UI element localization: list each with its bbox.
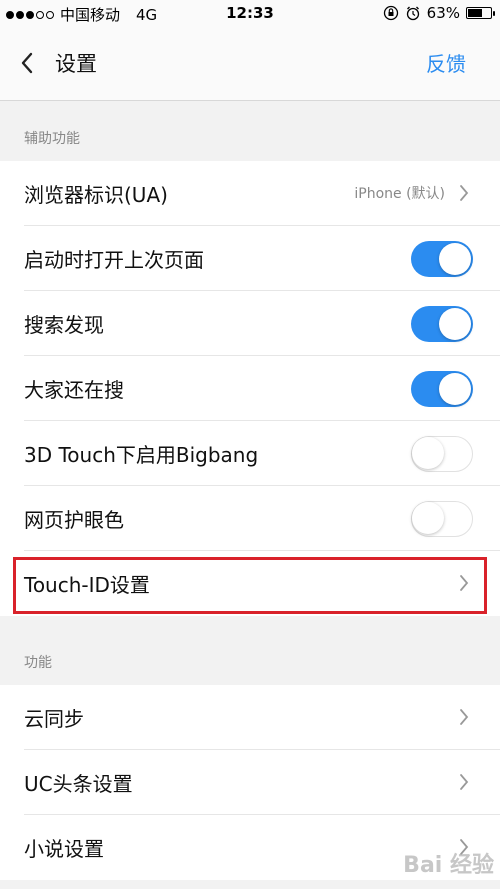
section-header-features: 功能 bbox=[24, 655, 52, 671]
row-search-discovery: 搜索发现 bbox=[0, 291, 500, 356]
row-label: 小说设置 bbox=[24, 837, 104, 861]
row-label: 搜索发现 bbox=[24, 313, 104, 337]
feedback-button[interactable]: 反馈 bbox=[426, 48, 466, 77]
restore-last-page-toggle[interactable] bbox=[411, 241, 473, 277]
chevron-right-icon bbox=[460, 575, 469, 591]
row-label: 浏览器标识(UA) bbox=[24, 183, 168, 207]
back-button[interactable] bbox=[12, 46, 42, 80]
eye-protection-toggle[interactable] bbox=[411, 501, 473, 537]
row-3d-touch-bigbang: 3D Touch下启用Bigbang bbox=[0, 421, 500, 486]
user-agent-value: iPhone (默认) bbox=[354, 186, 445, 202]
alarm-icon bbox=[406, 6, 419, 21]
row-label: 启动时打开上次页面 bbox=[24, 248, 204, 272]
row-label: 大家还在搜 bbox=[24, 378, 124, 402]
page-title: 设置 bbox=[55, 52, 97, 76]
3d-touch-bigbang-toggle[interactable] bbox=[411, 436, 473, 472]
row-touch-id-settings[interactable]: Touch-ID设置 bbox=[0, 551, 500, 616]
status-right: 63% bbox=[383, 4, 495, 22]
chevron-right-icon bbox=[460, 709, 469, 725]
others-searching-toggle[interactable] bbox=[411, 371, 473, 407]
row-uc-headlines-settings[interactable]: UC头条设置 bbox=[0, 750, 500, 815]
row-label: 3D Touch下启用Bigbang bbox=[24, 443, 259, 467]
battery-icon bbox=[466, 7, 495, 19]
row-label: UC头条设置 bbox=[24, 772, 133, 796]
row-eye-protection-color: 网页护眼色 bbox=[0, 486, 500, 551]
row-label: 云同步 bbox=[24, 707, 84, 731]
search-discovery-toggle[interactable] bbox=[411, 306, 473, 342]
row-cloud-sync[interactable]: 云同步 bbox=[0, 685, 500, 750]
chevron-right-icon bbox=[460, 774, 469, 790]
row-user-agent[interactable]: 浏览器标识(UA) iPhone (默认) bbox=[0, 161, 500, 226]
status-bar: 中国移动 4G 12:33 63% bbox=[0, 0, 500, 28]
chevron-right-icon bbox=[460, 185, 469, 201]
row-restore-last-page: 启动时打开上次页面 bbox=[0, 226, 500, 291]
orientation-lock-icon bbox=[383, 5, 398, 21]
section-header-accessibility: 辅助功能 bbox=[24, 131, 80, 147]
chevron-left-icon bbox=[21, 52, 33, 74]
navigation-bar: 设置 反馈 bbox=[0, 28, 500, 101]
baidu-jingyan-watermark: Bai 经验 bbox=[403, 853, 494, 878]
row-label: Touch-ID设置 bbox=[24, 573, 150, 597]
row-label: 网页护眼色 bbox=[24, 508, 124, 532]
battery-percent: 63% bbox=[426, 4, 460, 22]
row-others-searching: 大家还在搜 bbox=[0, 356, 500, 421]
